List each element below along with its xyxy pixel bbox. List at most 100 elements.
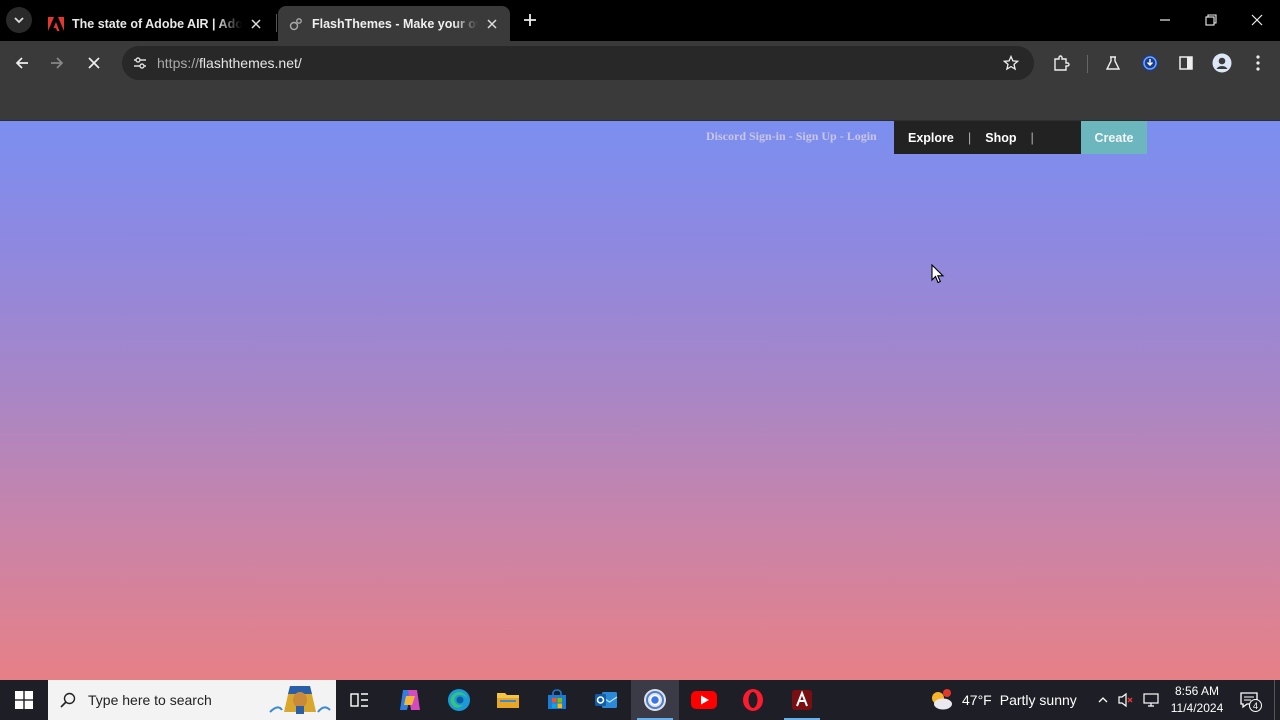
avatar-icon xyxy=(1212,53,1232,73)
page-content: Discord Sign-in - Sign Up - Login Explor… xyxy=(0,121,1280,680)
search-icon xyxy=(48,692,88,708)
side-panel-button[interactable] xyxy=(1174,51,1198,75)
windows-logo-icon xyxy=(15,691,33,709)
signup-link[interactable]: Sign Up xyxy=(796,129,837,143)
stop-loading-button[interactable] xyxy=(82,51,106,75)
create-button[interactable]: Create xyxy=(1081,121,1147,154)
mouse-cursor-icon xyxy=(931,264,945,284)
task-view-icon xyxy=(350,693,368,707)
new-tab-button[interactable] xyxy=(520,10,540,30)
more-vert-icon xyxy=(1256,55,1260,71)
close-icon[interactable] xyxy=(484,16,500,32)
restore-button[interactable] xyxy=(1199,8,1223,32)
copilot-icon xyxy=(400,690,420,710)
site-info-button[interactable] xyxy=(128,51,152,75)
flashthemes-icon xyxy=(288,16,304,32)
labs-button[interactable] xyxy=(1101,51,1125,75)
auth-links: Discord Sign-in - Sign Up - Login xyxy=(706,129,877,144)
notifications-button[interactable]: 4 xyxy=(1236,688,1262,712)
download-circle-icon xyxy=(1142,55,1158,71)
edge-icon xyxy=(448,689,470,711)
outlook-icon xyxy=(595,692,618,708)
profile-button[interactable] xyxy=(1210,51,1234,75)
nav-separator: | xyxy=(1030,130,1034,145)
adobe-air-button[interactable] xyxy=(778,680,826,720)
auth-separator: - xyxy=(836,129,847,143)
tab-title: FlashThemes - Make your own xyxy=(312,16,478,31)
close-icon[interactable] xyxy=(248,16,264,32)
partly-sunny-icon xyxy=(932,689,952,710)
chevron-up-icon xyxy=(1098,697,1108,703)
auth-separator: - xyxy=(785,129,796,143)
tab-search-button[interactable] xyxy=(6,7,32,33)
toolbar-divider xyxy=(1087,55,1088,73)
weather-condition: Partly sunny xyxy=(999,692,1077,708)
tab-title: The state of Adobe AIR | Adob xyxy=(72,16,242,31)
close-icon xyxy=(88,57,100,69)
login-link[interactable]: Login xyxy=(847,129,877,143)
opera-button[interactable] xyxy=(729,680,777,720)
taskbar-search[interactable]: Type here to search xyxy=(48,680,336,720)
back-arrow-icon xyxy=(15,57,28,69)
opera-icon xyxy=(743,689,763,711)
search-placeholder: Type here to search xyxy=(88,692,212,708)
file-explorer-button[interactable] xyxy=(484,680,532,720)
volume-muted-icon xyxy=(1118,692,1133,708)
weather-widget[interactable]: 47°F Partly sunny xyxy=(928,680,1077,720)
extensions-button[interactable] xyxy=(1049,51,1073,75)
search-highlight-pharaoh-icon xyxy=(268,682,332,718)
tab-strip: The state of Adobe AIR | Adob FlashTheme… xyxy=(0,0,1280,41)
nav-separator: | xyxy=(967,130,972,145)
show-desktop-button[interactable] xyxy=(1274,680,1280,720)
edge-button[interactable] xyxy=(435,680,483,720)
menu-button[interactable] xyxy=(1246,51,1270,75)
tune-icon xyxy=(134,57,146,69)
star-icon xyxy=(1003,55,1019,71)
bookmark-star-button[interactable] xyxy=(1000,52,1022,74)
clock-time: 8:56 AM xyxy=(1174,684,1220,698)
notification-count-badge: 4 xyxy=(1249,699,1262,712)
volume-button[interactable] xyxy=(1116,690,1136,710)
adobe-air-icon xyxy=(792,690,812,710)
flask-icon xyxy=(1105,56,1121,70)
windows-taskbar: Type here to search 47°F Partly sunny 8:… xyxy=(0,680,1280,720)
url-scheme: https:// xyxy=(157,55,200,71)
discord-signin-link[interactable]: Discord Sign-in xyxy=(706,129,786,143)
download-extension-button[interactable] xyxy=(1138,51,1162,75)
start-button[interactable] xyxy=(0,680,48,720)
plus-icon xyxy=(524,14,536,26)
minimize-button[interactable] xyxy=(1153,8,1177,32)
tab-divider xyxy=(276,14,277,32)
adobe-icon xyxy=(48,16,64,32)
task-view-button[interactable] xyxy=(336,680,384,720)
chrome-button[interactable] xyxy=(631,680,679,720)
microsoft-store-button[interactable] xyxy=(533,680,581,720)
network-icon xyxy=(1143,693,1159,707)
url-text[interactable]: https://flashthemes.net/ xyxy=(157,55,302,71)
network-button[interactable] xyxy=(1141,690,1161,710)
forward-button[interactable] xyxy=(45,51,69,75)
outlook-button[interactable] xyxy=(582,680,630,720)
restore-icon xyxy=(1205,14,1217,26)
minimize-icon xyxy=(1160,19,1170,21)
close-window-button[interactable] xyxy=(1245,8,1269,32)
tab-flashthemes[interactable]: FlashThemes - Make your own xyxy=(278,6,510,41)
file-explorer-icon xyxy=(497,693,519,708)
clock-date: 11/4/2024 xyxy=(1170,701,1224,715)
youtube-icon xyxy=(691,691,717,709)
back-button[interactable] xyxy=(10,51,34,75)
weather-temperature: 47°F xyxy=(962,692,992,708)
browser-toolbar: https://flashthemes.net/ xyxy=(0,41,1280,85)
system-clock[interactable]: 8:56 AM 11/4/2024 xyxy=(1166,683,1228,717)
bookmark-bar xyxy=(0,85,1280,121)
address-bar[interactable]: https://flashthemes.net/ xyxy=(122,46,1034,80)
copilot-button[interactable] xyxy=(386,680,434,720)
show-hidden-icons-button[interactable] xyxy=(1093,690,1113,710)
nav-explore[interactable]: Explore xyxy=(908,131,954,145)
nav-shop[interactable]: Shop xyxy=(985,131,1016,145)
side-panel-icon xyxy=(1179,56,1193,70)
youtube-button[interactable] xyxy=(680,680,728,720)
chevron-down-icon xyxy=(14,17,24,24)
site-navbar: Explore | Shop | xyxy=(894,121,1081,154)
tab-adobe-air[interactable]: The state of Adobe AIR | Adob xyxy=(38,6,274,41)
